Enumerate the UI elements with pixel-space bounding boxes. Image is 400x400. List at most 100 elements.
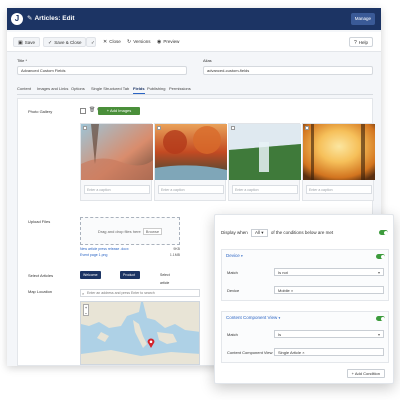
device-match-label: Match: [227, 270, 238, 275]
gallery-card[interactable]: Enter a caption: [228, 123, 301, 201]
display-when-row: Display when All ▾ of the conditions bel…: [221, 229, 333, 237]
content-view-title-text: Content Component View: [226, 315, 278, 320]
trash-icon[interactable]: 🗑: [89, 107, 95, 113]
photo-gallery-label: Photo Gallery: [28, 109, 53, 114]
list-item[interactable]: Event page 1.png 1.1MB: [80, 253, 180, 259]
select-checkbox[interactable]: [305, 126, 309, 130]
zoom-out-button[interactable]: −: [84, 311, 88, 317]
device-match-select[interactable]: Is not ▾: [274, 268, 384, 276]
content-view-match-select[interactable]: Is ▾: [274, 330, 384, 338]
device-multiselect[interactable]: Mobile ×: [274, 286, 384, 294]
versions-button[interactable]: ↻ Versions: [123, 37, 154, 47]
address-placeholder: Enter an address and press Enter to sear…: [87, 291, 155, 295]
file-dropzone[interactable]: Drag and drop files here Browse: [80, 217, 180, 245]
alias-input[interactable]: advanced-custom-fields: [203, 66, 373, 75]
chevron-down-icon: ▾: [377, 270, 380, 275]
address-search-input[interactable]: ⌕ Enter an address and press Enter to sea…: [80, 289, 200, 297]
gallery-image-red-forest[interactable]: [155, 124, 227, 180]
articles-search-input[interactable]: Select article: [160, 271, 170, 287]
map-zoom-control: + −: [83, 304, 89, 316]
save-close-button[interactable]: ✓ Save & Close: [43, 37, 87, 47]
close-icon: ✕: [103, 39, 108, 45]
gallery-image-waterfall[interactable]: [229, 124, 301, 180]
location-map[interactable]: + −: [80, 301, 200, 365]
tab-options[interactable]: Options: [71, 86, 85, 91]
versions-icon: ↻: [127, 39, 132, 45]
file-name[interactable]: Event page 1.png: [80, 253, 107, 257]
dropzone-text: Drag and drop files here: [97, 229, 141, 234]
tab-bar: Content Images and Links Options Single …: [17, 85, 373, 95]
gallery-card[interactable]: Enter a caption: [154, 123, 227, 201]
selected-article-tag[interactable]: Welcome to our blog: [80, 271, 101, 293]
content-view-selected-tag[interactable]: Single Article ×: [278, 350, 305, 355]
device-condition-group: Device ▾ Match Is not ▾ Device Mobile ×: [221, 249, 389, 301]
select-checkbox[interactable]: [231, 126, 235, 130]
gallery-card[interactable]: Enter a caption: [302, 123, 375, 201]
joomla-logo-icon[interactable]: J: [11, 13, 23, 25]
save-options-button[interactable]: ✓: [86, 37, 96, 47]
uploaded-file-list: New article press release .docx 9KB Event…: [80, 247, 180, 259]
device-title-text: Device: [226, 253, 240, 258]
screen: J ✎ Articles: Edit Manage ▣ Save ✓ Save & C…: [0, 0, 400, 400]
versions-label: Versions: [133, 39, 151, 44]
tab-permissions[interactable]: Permissions: [169, 86, 191, 91]
alias-label: Alias: [203, 58, 212, 63]
tab-publishing[interactable]: Publishing: [147, 86, 165, 91]
browse-button[interactable]: Browse: [142, 228, 163, 235]
gallery-card[interactable]: Enter a caption: [80, 123, 153, 201]
page-title-text: Articles: Edit: [34, 15, 75, 22]
match-all-select[interactable]: All ▾: [251, 229, 268, 237]
gallery-image-golden-forest[interactable]: [303, 124, 375, 180]
save-label: Save: [24, 40, 35, 45]
content-view-field-label: Content Component View: [227, 350, 273, 355]
manage-button[interactable]: Manage: [350, 13, 375, 25]
map-marker-icon[interactable]: [147, 338, 155, 348]
device-condition-title[interactable]: Device ▾: [226, 253, 243, 258]
content-view-match-label: Match: [227, 332, 238, 337]
caption-input[interactable]: Enter a caption: [84, 185, 150, 194]
map-location-label: Map Location: [28, 289, 53, 294]
add-images-button[interactable]: + Add Images: [98, 107, 140, 115]
device-condition-toggle[interactable]: [376, 254, 385, 259]
close-label: Close: [109, 39, 121, 44]
title-input[interactable]: Advanced Custom Fields: [17, 66, 187, 75]
upload-files-label: Upload Files: [28, 219, 51, 224]
tab-images-links[interactable]: Images and Links: [37, 86, 68, 91]
page-title: ✎ Articles: Edit: [27, 14, 75, 22]
select-checkbox[interactable]: [83, 126, 87, 130]
add-images-label: Add Images: [109, 108, 132, 113]
close-button[interactable]: ✕ Close: [99, 37, 125, 47]
content-view-condition-title[interactable]: Content Component View ▾: [226, 315, 280, 320]
file-name[interactable]: New article press release .docx: [80, 247, 129, 251]
selected-article-tag[interactable]: Product roadmap 2024: [120, 271, 140, 293]
add-condition-button[interactable]: + Add Condition: [346, 369, 385, 378]
content-view-multiselect[interactable]: Single Article ×: [274, 348, 384, 356]
select-checkbox[interactable]: [157, 126, 161, 130]
caption-input[interactable]: Enter a caption: [158, 185, 224, 194]
device-selected-tag[interactable]: Mobile ×: [278, 288, 293, 293]
help-button[interactable]: ? Help: [348, 37, 373, 47]
content-view-condition-toggle[interactable]: [376, 316, 385, 321]
gallery-image-autumn-tree[interactable]: [81, 124, 153, 180]
caption-input[interactable]: Enter a caption: [306, 185, 372, 194]
select-all-checkbox[interactable]: [80, 108, 86, 114]
content-view-condition-group: Content Component View ▾ Match Is ▾ Conte…: [221, 311, 389, 363]
title-label: Title *: [17, 58, 28, 63]
save-button[interactable]: ▣ Save: [13, 37, 40, 47]
help-label: Help: [358, 40, 368, 45]
preview-button[interactable]: ◉ Preview: [153, 37, 183, 47]
top-header-bar: J ✎ Articles: Edit Manage: [7, 8, 381, 30]
tab-single-structured[interactable]: Single Structured Tab: [91, 86, 129, 91]
match-all-value: All: [255, 230, 261, 235]
preview-label: Preview: [163, 39, 180, 44]
file-size: 1.1MB: [169, 253, 180, 257]
display-conditions-panel: Display when All ▾ of the conditions bel…: [214, 214, 394, 384]
save-icon: ▣: [18, 40, 23, 46]
caption-input[interactable]: Enter a caption: [232, 185, 298, 194]
title-alias-row: Title * Advanced Custom Fields Alias adv…: [17, 58, 375, 80]
tab-fields[interactable]: Fields: [133, 86, 145, 94]
device-match-value: Is not: [278, 270, 288, 275]
conditions-toggle[interactable]: [379, 230, 388, 235]
tab-content[interactable]: Content: [17, 86, 31, 91]
preview-icon: ◉: [157, 39, 162, 45]
